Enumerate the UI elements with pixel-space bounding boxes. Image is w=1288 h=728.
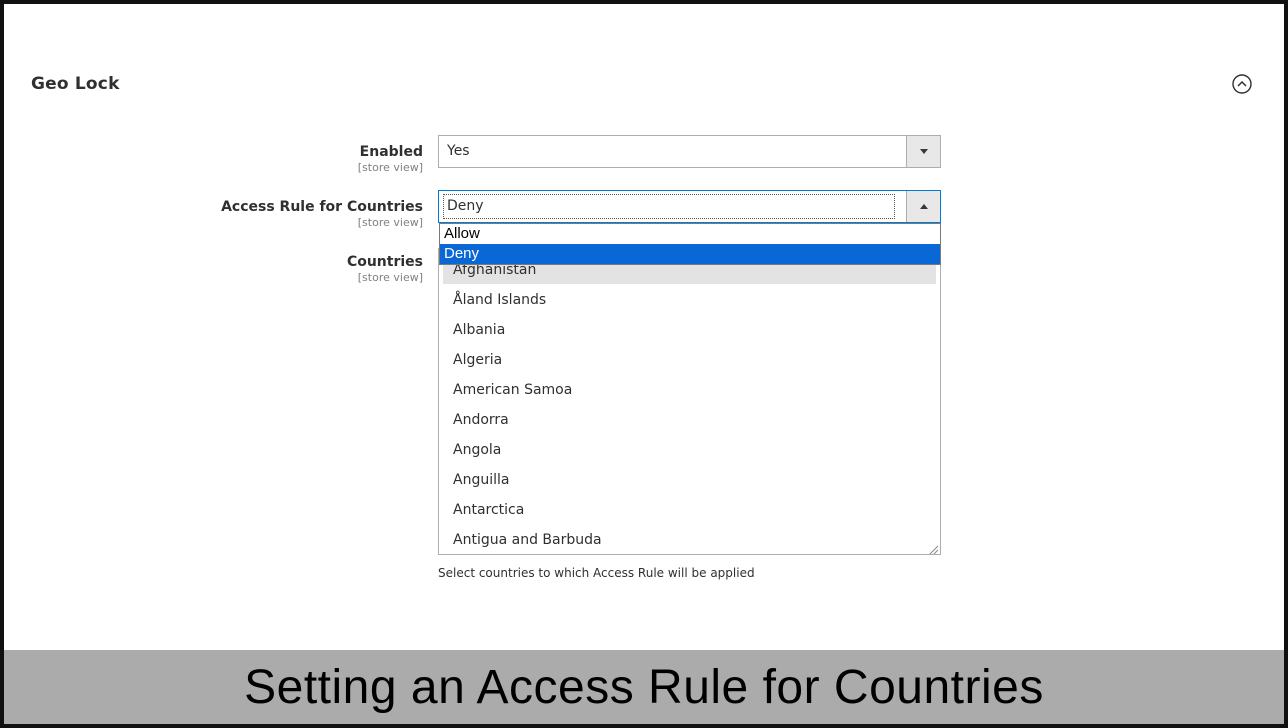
- access-rule-scope: [store view]: [357, 216, 423, 229]
- country-option[interactable]: Angola: [453, 435, 501, 465]
- access-rule-select-button[interactable]: [906, 191, 940, 222]
- access-rule-select-value: Deny: [443, 194, 895, 219]
- chevron-up-icon: [920, 204, 928, 209]
- country-option[interactable]: Andorra: [453, 405, 509, 435]
- access-rule-dropdown: Allow Deny: [439, 223, 941, 265]
- chevron-down-icon: [920, 149, 928, 154]
- country-option[interactable]: Anguilla: [453, 465, 509, 495]
- country-option[interactable]: Åland Islands: [453, 285, 546, 315]
- access-rule-label-block: Access Rule for Countries [store view]: [221, 199, 423, 229]
- access-rule-select[interactable]: Deny: [438, 190, 941, 223]
- countries-label: Countries: [346, 254, 423, 270]
- enabled-scope: [store view]: [357, 161, 423, 174]
- admin-config-page: Geo Lock Enabled [store view] Yes Access…: [4, 4, 1284, 724]
- resize-handle-icon[interactable]: [927, 541, 939, 554]
- countries-scope: [store view]: [357, 271, 423, 284]
- enabled-select[interactable]: Yes: [438, 135, 941, 168]
- dropdown-option-allow[interactable]: Allow: [440, 224, 940, 244]
- country-option[interactable]: Albania: [453, 315, 505, 345]
- enabled-label: Enabled: [359, 144, 423, 160]
- chevron-up-circle-icon[interactable]: [1232, 74, 1252, 94]
- countries-hint: Select countries to which Access Rule wi…: [438, 566, 755, 580]
- access-rule-label: Access Rule for Countries: [221, 199, 423, 215]
- country-option[interactable]: Algeria: [453, 345, 502, 375]
- enabled-label-block: Enabled [store view]: [358, 144, 423, 174]
- country-option[interactable]: American Samoa: [453, 375, 572, 405]
- dropdown-option-deny[interactable]: Deny: [440, 244, 940, 264]
- enabled-select-button[interactable]: [906, 136, 940, 167]
- countries-label-block: Countries [store view]: [347, 254, 423, 284]
- caption-text: Setting an Access Rule for Countries: [244, 661, 1044, 714]
- section-title: Geo Lock: [31, 74, 120, 94]
- countries-multiselect[interactable]: Afghanistan Åland Islands Albania Algeri…: [438, 248, 941, 555]
- country-option[interactable]: Antarctica: [453, 495, 524, 525]
- enabled-select-value: Yes: [447, 143, 470, 159]
- country-option[interactable]: Antigua and Barbuda: [453, 525, 602, 554]
- caption-bar: Setting an Access Rule for Countries: [4, 650, 1284, 724]
